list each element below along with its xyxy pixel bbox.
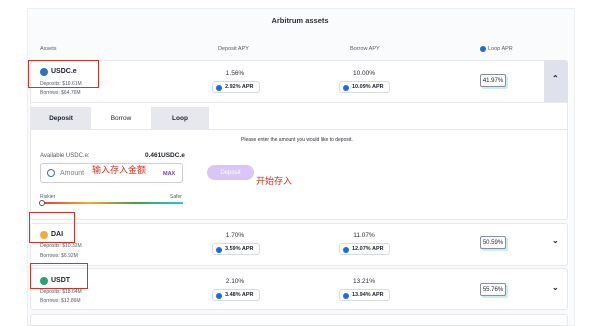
loop-apr-value: 50.59%	[480, 236, 506, 249]
header-deposit-apy: Deposit APY	[218, 46, 249, 52]
chevron-down-icon[interactable]: ⌄	[552, 236, 559, 245]
deposit-apr-chip: 3.48% APR	[212, 289, 260, 301]
tab-borrow[interactable]: Borrow	[91, 107, 151, 129]
page-title: Arbitrum assets	[271, 16, 329, 25]
tab-loop[interactable]: Loop	[151, 107, 209, 129]
header-assets: Assets	[40, 46, 57, 52]
borrow-apy: 13.21%	[352, 278, 376, 285]
tabs-divider	[31, 129, 567, 130]
borrow-apr-chip: 13.94% APR	[339, 289, 390, 301]
header-loop-apr: Loop APR	[480, 46, 513, 52]
deposit-hint: Please enter the amount you would like t…	[241, 137, 353, 143]
available-label: Available USDC.e:	[40, 153, 90, 159]
usdce-coin-icon	[47, 169, 55, 177]
deposit-apr: 2.92% APR	[225, 84, 254, 90]
apr-icon	[343, 84, 349, 91]
max-button[interactable]: MAX	[163, 171, 175, 177]
deposit-button[interactable]: Deposit	[207, 165, 254, 180]
asset-borrows: Borrows: $6.92M	[40, 253, 78, 259]
asset-borrows: Borrows: $64.76M	[40, 90, 81, 96]
safer-label: Safer	[170, 194, 182, 200]
deposit-apy: 1.70%	[225, 232, 245, 239]
tab-deposit[interactable]: Deposit	[31, 107, 91, 129]
borrow-apr: 10.09% APR	[352, 84, 384, 90]
loop-icon	[480, 46, 486, 52]
available-unit: USDC.e	[161, 152, 185, 159]
asset-deposits: Deposits: $10.32M	[40, 243, 82, 249]
borrow-apy: 11.07%	[353, 232, 375, 239]
risk-slider-track[interactable]	[41, 202, 183, 204]
apr-icon	[216, 246, 222, 253]
collapse-button[interactable]: ⌃	[544, 60, 568, 102]
asset-borrows: Borrows: $12.86M	[40, 298, 81, 304]
divider	[31, 102, 567, 103]
highlight-box	[30, 263, 88, 289]
borrow-apy: 10.00%	[352, 70, 376, 77]
deposit-apy: 1.56%	[225, 70, 245, 77]
deposit-apy: 2.10%	[225, 278, 245, 285]
header-loop-apr-label: Loop APR	[488, 46, 513, 52]
borrow-apr-chip: 12.07% APR	[339, 243, 390, 255]
deposit-apr: 3.48% APR	[225, 292, 254, 298]
deposit-apr-chip: 3.59% APR	[212, 243, 260, 255]
loop-apr-value: 55.76%	[480, 283, 506, 296]
apr-icon	[216, 292, 222, 299]
asset-deposits: Deposits: $18.64M	[40, 289, 82, 295]
asset-row-partial	[30, 314, 568, 326]
annotation-start-deposit: 开始存入	[256, 176, 293, 186]
deposit-apr: 3.59% APR	[225, 246, 254, 252]
apr-icon	[216, 84, 222, 91]
deposit-apr-chip: 2.92% APR	[212, 81, 260, 93]
borrow-apr-chip: 10.09% APR	[339, 81, 390, 93]
apr-icon	[343, 246, 349, 253]
loop-apr-value: 41.97%	[480, 74, 506, 87]
borrow-apr: 12.07% APR	[352, 246, 384, 252]
available-value: 0.461	[145, 152, 162, 159]
annotation-enter-amount: 输入存入金额	[92, 165, 147, 175]
chevron-up-icon: ⌃	[552, 74, 559, 83]
risk-slider-handle[interactable]	[39, 200, 45, 206]
borrow-apr: 13.94% APR	[352, 292, 384, 298]
chevron-down-icon[interactable]: ⌄	[552, 283, 559, 292]
highlight-box	[29, 212, 75, 243]
amount-placeholder: Amount	[60, 170, 85, 177]
apr-icon	[343, 292, 349, 299]
highlight-box	[28, 60, 99, 88]
header-borrow-apy: Borrow APY	[350, 46, 380, 52]
